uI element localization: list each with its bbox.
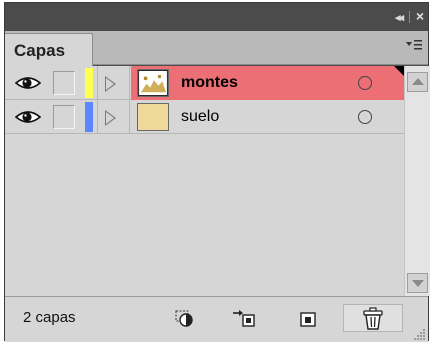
suelo-thumbnail — [137, 103, 169, 131]
visibility-toggle[interactable] — [9, 104, 49, 128]
column-divider — [129, 100, 130, 134]
trash-icon[interactable] — [343, 304, 403, 332]
layer-color-swatch — [85, 102, 93, 132]
layer-list: montes suelo — [5, 66, 404, 296]
lock-toggle[interactable] — [53, 105, 75, 129]
anchor-icon[interactable] — [231, 307, 257, 329]
layer-name[interactable]: suelo — [181, 108, 219, 126]
layer-row-montes[interactable]: montes — [5, 66, 404, 100]
panel-tabstrip: Capas — [5, 31, 428, 66]
new-fill-icon[interactable] — [173, 307, 199, 329]
new-layer-icon[interactable] — [295, 307, 321, 329]
tab-capas[interactable]: Capas — [5, 33, 93, 66]
layer-name[interactable]: montes — [181, 74, 238, 92]
selected-art-indicator — [394, 66, 404, 76]
eye-icon — [15, 111, 41, 123]
column-divider — [129, 66, 130, 100]
column-divider — [97, 100, 98, 134]
lock-toggle[interactable] — [53, 71, 75, 95]
layer-row-suelo[interactable]: suelo — [5, 100, 404, 134]
close-icon[interactable]: × — [416, 8, 424, 24]
resize-grip-icon[interactable] — [414, 328, 426, 340]
title-separator — [409, 11, 410, 23]
panel-footer: 2 capas — [5, 296, 428, 342]
target-icon[interactable] — [358, 110, 372, 124]
scroll-up-button[interactable] — [407, 72, 428, 92]
layer-color-swatch — [85, 68, 93, 98]
target-icon[interactable] — [358, 76, 372, 90]
column-divider — [97, 66, 98, 100]
montes-thumbnail — [137, 69, 169, 97]
expand-triangle-icon[interactable] — [105, 76, 116, 92]
eye-icon — [15, 77, 41, 89]
scroll-down-button[interactable] — [407, 273, 428, 293]
visibility-toggle[interactable] — [9, 70, 49, 94]
collapse-icon[interactable]: ◂◂ — [395, 11, 404, 24]
layer-count-label: 2 capas — [23, 309, 76, 326]
vertical-scrollbar[interactable] — [404, 66, 430, 296]
panel-menu-icon[interactable] — [406, 39, 422, 54]
expand-triangle-icon[interactable] — [105, 110, 116, 126]
layers-panel: ◂◂ × Capas montes suelo 2 capas — [4, 2, 430, 342]
panel-titlebar: ◂◂ × — [5, 3, 428, 31]
